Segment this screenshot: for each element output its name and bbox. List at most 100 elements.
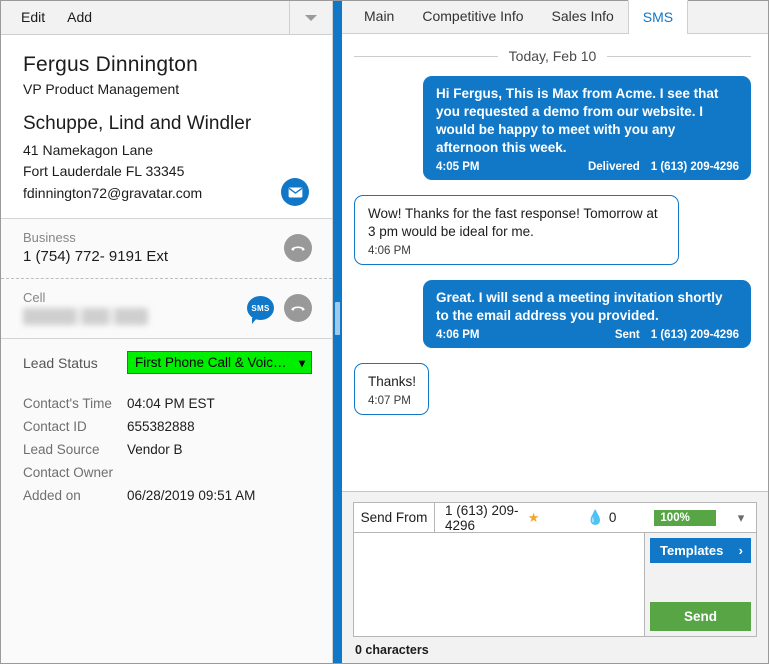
phone-info-business: Business 1 (754) 772- 9191 Ext	[23, 230, 284, 265]
phone-handset-icon[interactable]	[284, 294, 312, 322]
contact-job-title: VP Product Management	[23, 81, 180, 97]
envelope-glyph	[288, 186, 302, 198]
contact-details-table: Contact's Time 04:04 PM EST Contact ID 6…	[1, 384, 332, 507]
detail-row: Contact's Time 04:04 PM EST	[23, 392, 312, 415]
menu-item-edit[interactable]: Edit	[1, 1, 56, 34]
composer-side-actions: Templates › Send	[644, 533, 756, 636]
send-from-row: Send From 1 (613) 209-4296 ★ 💧 0 100% ▾	[354, 503, 756, 533]
message-body: Thanks!	[368, 374, 417, 389]
phone-actions-business	[284, 230, 312, 262]
message-from-number: 1 (613) 209-4296	[650, 161, 739, 173]
contact-card: Fergus Dinnington VP Product Management …	[1, 35, 332, 219]
send-from-dropdown-button[interactable]: ▾	[726, 503, 756, 532]
contact-address-line-2: Fort Lauderdale FL 33345	[23, 163, 185, 179]
date-divider-label: Today, Feb 10	[508, 48, 597, 64]
message-body: Hi Fergus, This is Max from Acme. I see …	[436, 86, 719, 155]
message-bubble[interactable]: Great. I will send a meeting invitation …	[423, 280, 751, 348]
water-drop-icon: 💧	[586, 509, 604, 525]
lead-status-value: First Phone Call & Voic…	[135, 355, 287, 370]
left-panel-filler	[1, 507, 332, 663]
sms-panel: Main Competitive Info Sales Info SMS Tod…	[342, 0, 768, 663]
menu-item-add[interactable]: Add	[56, 1, 103, 34]
message-bubble[interactable]: Hi Fergus, This is Max from Acme. I see …	[423, 76, 751, 180]
handset-glyph	[291, 306, 305, 311]
detail-row: Contact Owner	[23, 461, 312, 484]
message-from-number: 1 (613) 209-4296	[650, 329, 739, 341]
message-row-outgoing: Great. I will send a meeting invitation …	[354, 280, 751, 348]
send-from-label: Send From	[354, 503, 435, 532]
sms-bubble-icon-label: SMS	[251, 303, 270, 313]
message-row-incoming: Thanks! 4:07 PM	[354, 363, 751, 415]
message-status: Sent	[614, 329, 640, 341]
tab-bar: Main Competitive Info Sales Info SMS	[342, 0, 768, 34]
message-body: Wow! Thanks for the fast response! Tomor…	[368, 206, 658, 239]
message-status: Delivered	[587, 161, 640, 173]
composer-area: Send From 1 (613) 209-4296 ★ 💧 0 100% ▾	[342, 491, 768, 663]
detail-row: Lead Source Vendor B	[23, 438, 312, 461]
detail-key: Contact Owner	[23, 465, 114, 480]
detail-value: Vendor B	[127, 442, 183, 457]
templates-button-label: Templates	[660, 543, 724, 558]
message-meta: 4:06 PM Sent 1 (613) 209-4296	[436, 329, 739, 341]
detail-key: Contact ID	[23, 419, 87, 434]
tab-sales-info[interactable]: Sales Info	[538, 0, 628, 33]
date-divider-rule-left	[354, 55, 498, 57]
detail-row: Added on 06/28/2019 09:51 AM	[23, 484, 312, 507]
send-button[interactable]: Send	[650, 602, 751, 631]
phone-handset-icon[interactable]	[284, 234, 312, 262]
message-input[interactable]	[354, 533, 644, 636]
phone-number-business: 1 (754) 772- 9191 Ext	[23, 248, 169, 265]
contact-details-panel: Edit Add Fergus Dinnington VP Product Ma…	[1, 1, 333, 663]
message-body: Great. I will send a meeting invitation …	[436, 290, 723, 323]
detail-value: 04:04 PM EST	[127, 396, 215, 411]
message-bubble[interactable]: Thanks! 4:07 PM	[354, 363, 430, 415]
percent-badge: 100%	[654, 509, 716, 526]
contact-email[interactable]: fdinnington72@gravatar.com	[23, 183, 312, 204]
send-from-value[interactable]: 1 (613) 209-4296 ★ 💧 0 100%	[435, 502, 726, 533]
contact-name: Fergus Dinnington	[23, 53, 198, 76]
message-row-incoming: Wow! Thanks for the fast response! Tomor…	[354, 195, 751, 265]
composer: Send From 1 (613) 209-4296 ★ 💧 0 100% ▾	[353, 502, 757, 637]
message-bubble[interactable]: Wow! Thanks for the fast response! Tomor…	[354, 195, 679, 265]
envelope-icon[interactable]	[281, 178, 309, 206]
detail-key: Contact's Time	[23, 396, 112, 411]
chevron-down-icon: ▾	[298, 355, 305, 370]
compose-body: Templates › Send	[354, 533, 756, 636]
sms-bubble-icon[interactable]: SMS	[247, 296, 274, 324]
phone-info-cell: Cell	[23, 290, 247, 326]
detail-key: Added on	[23, 488, 81, 503]
contact-address-line-1: 41 Namekagon Lane	[23, 142, 153, 158]
lead-status-row: Lead Status First Phone Call & Voic… ▾	[1, 339, 332, 384]
phone-label-cell: Cell	[23, 290, 46, 305]
splitter-grip[interactable]	[335, 302, 340, 335]
drop-metric: 💧 0	[586, 509, 616, 526]
date-divider-rule-right	[607, 55, 751, 57]
tab-main[interactable]: Main	[350, 0, 408, 33]
detail-value: 06/28/2019 09:51 AM	[127, 488, 256, 503]
detail-row: Contact ID 655382888	[23, 415, 312, 438]
message-time: 4:06 PM	[436, 329, 480, 341]
templates-button[interactable]: Templates ›	[650, 538, 751, 563]
tab-sms[interactable]: SMS	[627, 0, 689, 34]
message-row-outgoing: Hi Fergus, This is Max from Acme. I see …	[354, 76, 751, 180]
phone-label-business: Business	[23, 230, 76, 245]
date-divider: Today, Feb 10	[354, 48, 751, 64]
lead-status-dropdown[interactable]: First Phone Call & Voic… ▾	[127, 351, 312, 374]
message-meta: 4:07 PM	[368, 395, 416, 407]
character-count: 0 characters	[355, 643, 429, 657]
message-meta: 4:06 PM	[368, 245, 666, 257]
tab-competitive-info[interactable]: Competitive Info	[408, 0, 537, 33]
message-time: 4:06 PM	[368, 245, 411, 257]
chevron-right-icon: ›	[738, 543, 743, 558]
chevron-down-icon	[305, 14, 317, 21]
panel-splitter[interactable]	[333, 1, 342, 663]
left-panel-menu-bar: Edit Add	[1, 1, 332, 35]
send-from-number: 1 (613) 209-4296	[445, 502, 519, 533]
lead-status-label: Lead Status	[23, 354, 98, 371]
drop-count: 0	[608, 510, 617, 525]
star-icon: ★	[527, 509, 540, 525]
message-time: 4:05 PM	[436, 161, 480, 173]
menu-overflow-button[interactable]	[289, 1, 332, 34]
contact-company: Schuppe, Lind and Windler	[23, 113, 252, 134]
message-thread: Today, Feb 10 Hi Fergus, This is Max fro…	[342, 34, 768, 491]
